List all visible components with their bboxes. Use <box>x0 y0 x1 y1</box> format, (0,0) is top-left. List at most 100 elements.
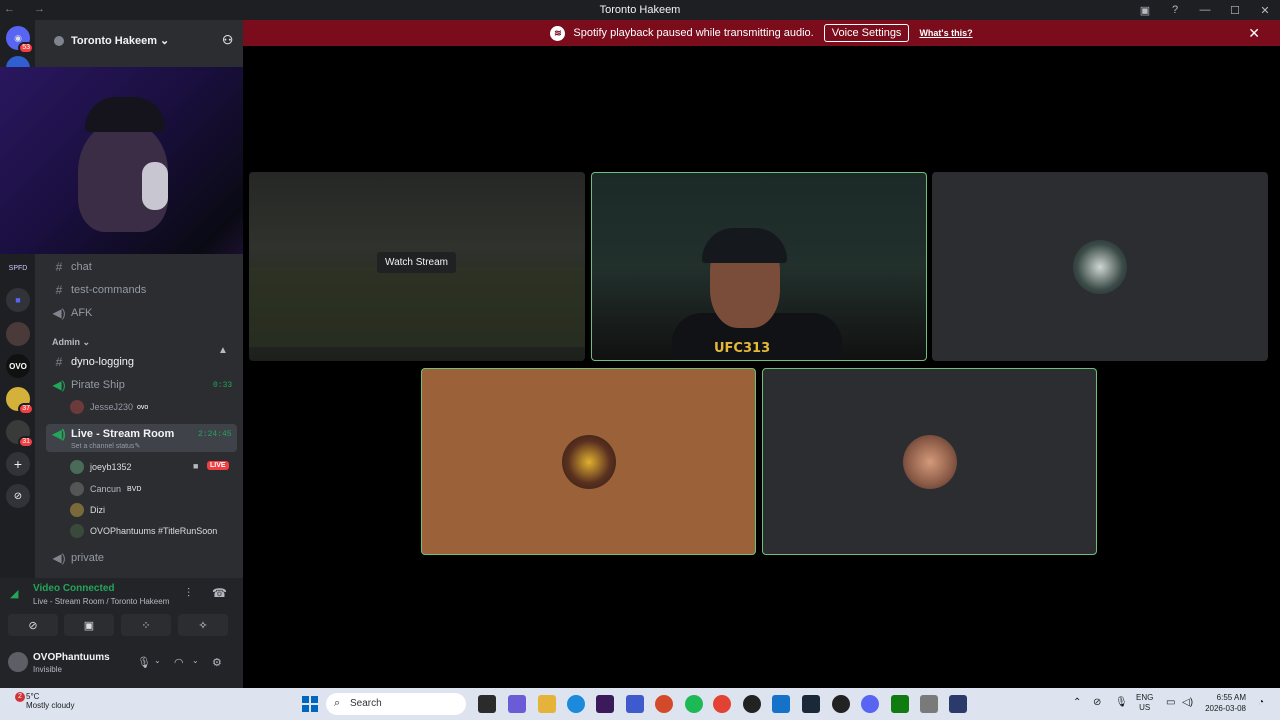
display-icon[interactable]: ▭ <box>1166 697 1175 708</box>
minimize-icon[interactable]: — <box>1190 4 1220 16</box>
server-icon[interactable]: 37 <box>6 387 34 415</box>
noise-suppression-icon[interactable]: ⫶ <box>187 586 190 601</box>
notification-badge: 37 <box>18 403 34 415</box>
voice-member[interactable]: joeyb1352 <box>70 460 132 474</box>
username[interactable]: OVOPhantuums <box>33 652 110 663</box>
voice-member[interactable]: Cancun BVD <box>70 482 141 496</box>
notification-bell-icon[interactable]: ◔ <box>1258 697 1264 708</box>
app-icon[interactable] <box>743 695 761 713</box>
voice-member[interactable]: JesseJ230 ovo <box>70 400 148 414</box>
participant-hat <box>702 228 787 263</box>
folder-icon[interactable]: ■ <box>6 288 30 312</box>
home-icon[interactable]: ◉ 53 <box>6 26 34 54</box>
voice-location[interactable]: Live - Stream Room / Toronto Hakeem <box>33 597 169 606</box>
file-explorer-icon[interactable] <box>538 695 556 713</box>
camera-tile[interactable]: UFC313 <box>591 172 927 361</box>
channel-test-commands[interactable]: # test-commands <box>52 283 147 297</box>
weather-widget[interactable]: 2 5°C Mostly cloudy <box>6 692 74 710</box>
voice-channel-pirate-ship[interactable]: ◀) Pirate Ship <box>52 378 125 392</box>
channel-status[interactable]: Set a channel status ✎ <box>71 442 140 451</box>
screen-share-button[interactable]: ▣ <box>64 614 114 636</box>
activities-button[interactable]: ⁘ <box>121 614 171 636</box>
voice-status[interactable]: Video Connected <box>33 583 115 594</box>
signal-icon[interactable]: ◢ <box>10 587 18 600</box>
microphone-icon[interactable]: 🎙︎ <box>137 656 151 669</box>
language-indicator[interactable]: ENG US <box>1136 693 1153 713</box>
server-icon[interactable]: 31 <box>6 420 34 448</box>
start-button[interactable] <box>302 696 318 712</box>
app-icon[interactable] <box>626 695 644 713</box>
microphone-tray-icon[interactable]: 🎙︎ <box>1115 697 1128 708</box>
stream-tile[interactable]: Watch Stream <box>249 172 585 361</box>
hash-icon: # <box>55 283 63 297</box>
chevron-down-icon[interactable]: ⌄ <box>192 656 199 665</box>
discover-icon[interactable]: ⊘ <box>6 484 30 508</box>
channel-label: Live - Stream Room <box>71 428 175 440</box>
voice-settings-button[interactable]: Voice Settings <box>823 24 910 42</box>
disconnect-icon[interactable]: ☎ <box>212 586 227 600</box>
notification-badge: 53 <box>18 42 34 54</box>
soundboard-button[interactable]: ✧ <box>178 614 228 636</box>
clock[interactable]: 6:55 AM 2026-03-08 <box>1200 692 1246 714</box>
settings-gear-icon[interactable]: ⚙ <box>212 656 222 669</box>
add-server-icon[interactable]: + <box>6 452 30 476</box>
network-icon[interactable]: ⊘ <box>1093 697 1101 708</box>
participant-tile[interactable] <box>932 172 1268 361</box>
volume-icon[interactable]: ◁) <box>1182 697 1193 708</box>
channel-afk[interactable]: ◀) AFK <box>52 306 92 320</box>
voice-channel-live-stream-room[interactable]: ◀) Live - Stream Room <box>52 427 174 441</box>
discord-taskbar-icon[interactable] <box>861 695 879 713</box>
chevron-down-icon: ⌄ <box>160 35 170 47</box>
avatar[interactable] <box>8 652 28 672</box>
weather-desc: Mostly cloudy <box>26 701 75 710</box>
invite-people-icon[interactable]: ⚇ <box>222 33 233 47</box>
inbox-icon[interactable]: ▣ <box>1130 4 1160 17</box>
chrome-icon[interactable] <box>713 695 731 713</box>
banner-close-icon[interactable]: ✕ <box>1248 25 1260 42</box>
participant-tile[interactable] <box>421 368 756 555</box>
member-name: JesseJ230 <box>90 402 134 412</box>
app-icon[interactable] <box>655 695 673 713</box>
app-icon[interactable] <box>596 695 614 713</box>
watch-stream-button[interactable]: Watch Stream <box>377 252 456 273</box>
copilot-icon[interactable] <box>508 695 526 713</box>
close-window-icon[interactable]: ✕ <box>1250 4 1280 17</box>
app-icon[interactable] <box>832 695 850 713</box>
chevron-up-icon[interactable]: ⌃ <box>1073 697 1081 708</box>
channel-dyno-logging[interactable]: # dyno-logging <box>52 355 134 369</box>
server-header[interactable]: Toronto Hakeem ⌄ ⚇ <box>35 20 243 62</box>
steam-icon[interactable] <box>802 695 820 713</box>
server-icon-spfd[interactable]: SPFD <box>6 256 30 280</box>
app-icon[interactable] <box>772 695 790 713</box>
voice-member[interactable]: OVOPhantuums #TitleRunSoon <box>70 524 217 538</box>
shirt-logo: UFC313 <box>714 341 771 356</box>
maximize-icon[interactable]: ☐ <box>1220 4 1250 17</box>
voice-channel-private[interactable]: ◀) private <box>52 551 104 565</box>
app-icon[interactable] <box>920 695 938 713</box>
server-name: Toronto Hakeem <box>71 35 157 47</box>
file-icon[interactable] <box>478 695 496 713</box>
screen-share-icon: ▣ <box>83 619 95 632</box>
help-icon[interactable]: ? <box>1160 4 1190 16</box>
camera-off-button[interactable]: ⊘ <box>8 614 58 636</box>
chevron-down-icon[interactable]: ⌄ <box>154 656 161 665</box>
participant-tile[interactable] <box>762 368 1097 555</box>
channel-label: Pirate Ship <box>71 379 125 391</box>
category-admin[interactable]: Admin ⌄ <box>52 337 90 348</box>
app-icon[interactable] <box>949 695 967 713</box>
voice-member[interactable]: Dizi <box>70 503 105 517</box>
search-placeholder: Search <box>350 698 382 709</box>
member-name: Dizi <box>90 505 105 515</box>
whats-this-link[interactable]: What's this? <box>919 28 972 38</box>
channel-chat[interactable]: # chat <box>52 260 92 274</box>
lang-2: US <box>1139 703 1151 712</box>
taskbar-search[interactable]: ⌕ Search <box>326 693 466 715</box>
streamer-cap <box>85 97 165 132</box>
edge-icon[interactable] <box>567 695 585 713</box>
mouse-cursor-icon: ▲ <box>218 345 228 356</box>
server-icon-ovo[interactable]: OVO <box>6 354 30 378</box>
headphones-icon[interactable]: ◠ <box>174 656 184 669</box>
spotify-taskbar-icon[interactable] <box>685 695 703 713</box>
server-icon[interactable] <box>6 322 30 346</box>
xbox-icon[interactable] <box>891 695 909 713</box>
